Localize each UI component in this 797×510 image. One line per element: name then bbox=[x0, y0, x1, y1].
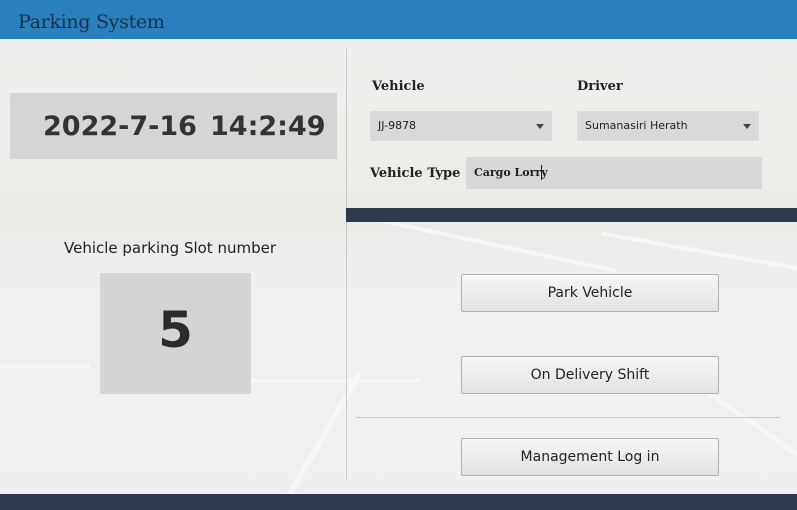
vertical-divider bbox=[346, 49, 347, 479]
driver-combobox[interactable]: Sumanasiri Herath bbox=[577, 111, 759, 141]
vehicle-type-input[interactable]: Cargo Lorry bbox=[466, 157, 762, 189]
driver-value: Sumanasiri Herath bbox=[585, 119, 688, 132]
slot-number-label: Vehicle parking Slot number bbox=[64, 239, 276, 257]
slot-number-box: 5 bbox=[100, 273, 251, 394]
slot-number: 5 bbox=[158, 301, 193, 359]
vehicle-type-value: Cargo Lorry bbox=[474, 166, 548, 179]
datetime-display: 2022-7-16 14:2:49 bbox=[10, 93, 337, 159]
vehicle-combobox[interactable]: JJ-9878 bbox=[370, 111, 552, 141]
vehicle-label: Vehicle bbox=[372, 79, 425, 94]
current-date: 2022-7-16 bbox=[43, 111, 197, 142]
main-panel: 2022-7-16 14:2:49 Vehicle parking Slot n… bbox=[0, 39, 797, 494]
chevron-down-icon[interactable] bbox=[743, 124, 751, 129]
horizontal-divider bbox=[356, 417, 780, 418]
driver-label: Driver bbox=[577, 79, 623, 94]
vehicle-value: JJ-9878 bbox=[378, 119, 417, 132]
current-time: 14:2:49 bbox=[210, 111, 326, 142]
management-login-button[interactable]: Management Log in bbox=[461, 438, 719, 476]
title-bar: Parking System bbox=[0, 0, 797, 39]
window-title: Parking System bbox=[18, 11, 165, 33]
chevron-down-icon[interactable] bbox=[536, 124, 544, 129]
on-delivery-shift-button[interactable]: On Delivery Shift bbox=[461, 356, 719, 394]
vehicle-type-label: Vehicle Type bbox=[370, 166, 461, 181]
text-caret bbox=[541, 165, 542, 180]
park-vehicle-button[interactable]: Park Vehicle bbox=[461, 274, 719, 312]
section-bar bbox=[346, 208, 797, 222]
bottom-bar bbox=[0, 494, 797, 510]
